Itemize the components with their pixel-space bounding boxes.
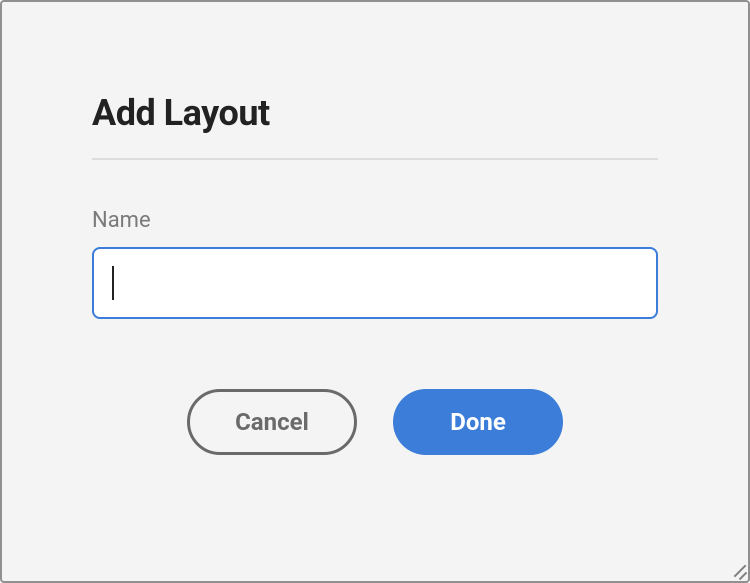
name-label: Name (92, 208, 658, 233)
add-layout-dialog: Add Layout Name Cancel Done (0, 0, 750, 583)
resize-handle-icon (728, 561, 746, 579)
divider (92, 158, 658, 160)
dialog-title: Add Layout (92, 92, 658, 134)
name-input[interactable] (92, 247, 658, 319)
done-button[interactable]: Done (393, 389, 563, 455)
button-row: Cancel Done (92, 389, 658, 455)
name-input-wrapper (92, 247, 658, 319)
cancel-button[interactable]: Cancel (187, 389, 357, 455)
